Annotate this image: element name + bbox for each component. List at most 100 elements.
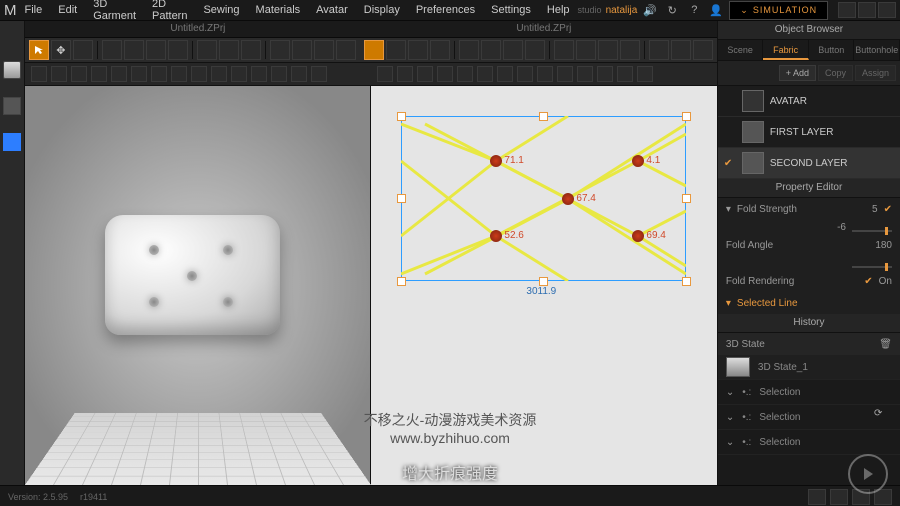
- prop-value[interactable]: 5: [872, 204, 878, 215]
- viewport-2d[interactable]: 71.14.167.452.669.4 3011.9: [371, 86, 717, 485]
- mini-tool[interactable]: [577, 66, 593, 82]
- window-max[interactable]: [858, 2, 876, 18]
- corner-point[interactable]: [397, 277, 406, 286]
- trash-icon[interactable]: 🗑: [879, 339, 892, 350]
- tool-graphic[interactable]: [241, 40, 261, 60]
- mini-tool[interactable]: [497, 66, 513, 82]
- mini-tool[interactable]: [377, 66, 393, 82]
- tool-button[interactable]: [168, 40, 188, 60]
- mannequin-icon[interactable]: [3, 97, 21, 115]
- mini-tool[interactable]: [517, 66, 533, 82]
- avatar-preset-icon[interactable]: [3, 61, 21, 79]
- menu-avatar[interactable]: Avatar: [308, 2, 356, 18]
- mini-tool[interactable]: [291, 66, 307, 82]
- viewport-3d[interactable]: [25, 86, 372, 485]
- prop-fold-strength[interactable]: ▾ Fold Strength 5 ✔: [718, 198, 900, 220]
- tool2d-circle[interactable]: [481, 40, 501, 60]
- copy-button[interactable]: Copy: [818, 65, 853, 81]
- prop-fold-rendering[interactable]: Fold Rendering ✔ On: [718, 270, 900, 292]
- view-mode-icon[interactable]: [830, 489, 848, 505]
- tool-mesh[interactable]: [102, 40, 122, 60]
- tool2d-edit[interactable]: [386, 40, 406, 60]
- mini-tool[interactable]: [397, 66, 413, 82]
- layer-first[interactable]: FIRST LAYER: [718, 117, 900, 148]
- corner-point[interactable]: [682, 277, 691, 286]
- tool2d-rect[interactable]: [459, 40, 479, 60]
- mini-tool[interactable]: [31, 66, 47, 82]
- mini-tool[interactable]: [131, 66, 147, 82]
- tool-texture[interactable]: [197, 40, 217, 60]
- tool-pin[interactable]: [73, 40, 93, 60]
- menu-help[interactable]: Help: [539, 2, 578, 18]
- sync-icon[interactable]: ↻: [663, 1, 681, 19]
- menu-preferences[interactable]: Preferences: [408, 2, 483, 18]
- tool2d-notch[interactable]: [620, 40, 640, 60]
- view-mode-icon[interactable]: [808, 489, 826, 505]
- tab-fabric[interactable]: Fabric: [763, 40, 809, 60]
- mini-tool[interactable]: [597, 66, 613, 82]
- tool-move[interactable]: ✥: [51, 40, 71, 60]
- mini-tool[interactable]: [151, 66, 167, 82]
- tool2d-align[interactable]: [693, 40, 713, 60]
- mini-tool[interactable]: [637, 66, 653, 82]
- tool2d-dart[interactable]: [525, 40, 545, 60]
- tool2d-addpoint[interactable]: [430, 40, 450, 60]
- play-icon[interactable]: [848, 454, 888, 494]
- tool2d-select[interactable]: [364, 40, 384, 60]
- tool2d-trace[interactable]: [649, 40, 669, 60]
- pattern-piece[interactable]: 71.14.167.452.669.4 3011.9: [401, 116, 686, 281]
- simulation-button[interactable]: ⌄ SIMULATION: [729, 1, 828, 20]
- mini-tool[interactable]: [171, 66, 187, 82]
- mini-tool[interactable]: [537, 66, 553, 82]
- tool2d-symm[interactable]: [671, 40, 691, 60]
- mini-tool[interactable]: [71, 66, 87, 82]
- mini-tool[interactable]: [51, 66, 67, 82]
- window-min[interactable]: [838, 2, 856, 18]
- layer-avatar[interactable]: AVATAR: [718, 86, 900, 117]
- tool2d-curve[interactable]: [408, 40, 428, 60]
- mini-tool[interactable]: [211, 66, 227, 82]
- window-close[interactable]: [878, 2, 896, 18]
- tool-layer[interactable]: [314, 40, 334, 60]
- menu-settings[interactable]: Settings: [483, 2, 539, 18]
- mini-tool[interactable]: [437, 66, 453, 82]
- tool-steam[interactable]: [336, 40, 356, 60]
- mini-tool[interactable]: [231, 66, 247, 82]
- mid-point[interactable]: [682, 194, 691, 203]
- tool-select-arrow[interactable]: [29, 40, 49, 60]
- corner-point[interactable]: [682, 112, 691, 121]
- strength-slider[interactable]: [852, 230, 892, 232]
- texture-mode-icon[interactable]: [3, 133, 21, 151]
- mini-tool[interactable]: [617, 66, 633, 82]
- mini-tool[interactable]: [557, 66, 573, 82]
- tool-print[interactable]: [219, 40, 239, 60]
- help-icon[interactable]: ?: [685, 1, 703, 19]
- mini-tool[interactable]: [191, 66, 207, 82]
- tool2d-seam[interactable]: [598, 40, 618, 60]
- tab-button[interactable]: Button: [809, 40, 855, 60]
- mini-tool[interactable]: [311, 66, 327, 82]
- tool2d-baseline[interactable]: [576, 40, 596, 60]
- prop-value[interactable]: 180: [875, 240, 892, 251]
- menu-materials[interactable]: Materials: [248, 2, 309, 18]
- tab-buttonhole[interactable]: Buttonhole: [854, 40, 900, 60]
- mini-tool[interactable]: [457, 66, 473, 82]
- menu-file[interactable]: File: [17, 2, 51, 18]
- history-item[interactable]: ⌄•.:Selection: [718, 380, 900, 405]
- tool-arrange[interactable]: [270, 40, 290, 60]
- volume-icon[interactable]: 🔊: [641, 1, 659, 19]
- prop-fold-angle[interactable]: Fold Angle 180: [718, 234, 900, 256]
- corner-point[interactable]: [397, 112, 406, 121]
- mid-point[interactable]: [539, 277, 548, 286]
- mini-tool[interactable]: [91, 66, 107, 82]
- pillow-mesh[interactable]: [105, 215, 280, 335]
- mini-tool[interactable]: [111, 66, 127, 82]
- tool-fold[interactable]: [292, 40, 312, 60]
- mid-point[interactable]: [539, 112, 548, 121]
- tool2d-poly[interactable]: [503, 40, 523, 60]
- mini-tool[interactable]: [271, 66, 287, 82]
- menu-sewing[interactable]: Sewing: [195, 2, 247, 18]
- tab-scene[interactable]: Scene: [718, 40, 764, 60]
- mini-tool[interactable]: [417, 66, 433, 82]
- tool2d-internal[interactable]: [554, 40, 574, 60]
